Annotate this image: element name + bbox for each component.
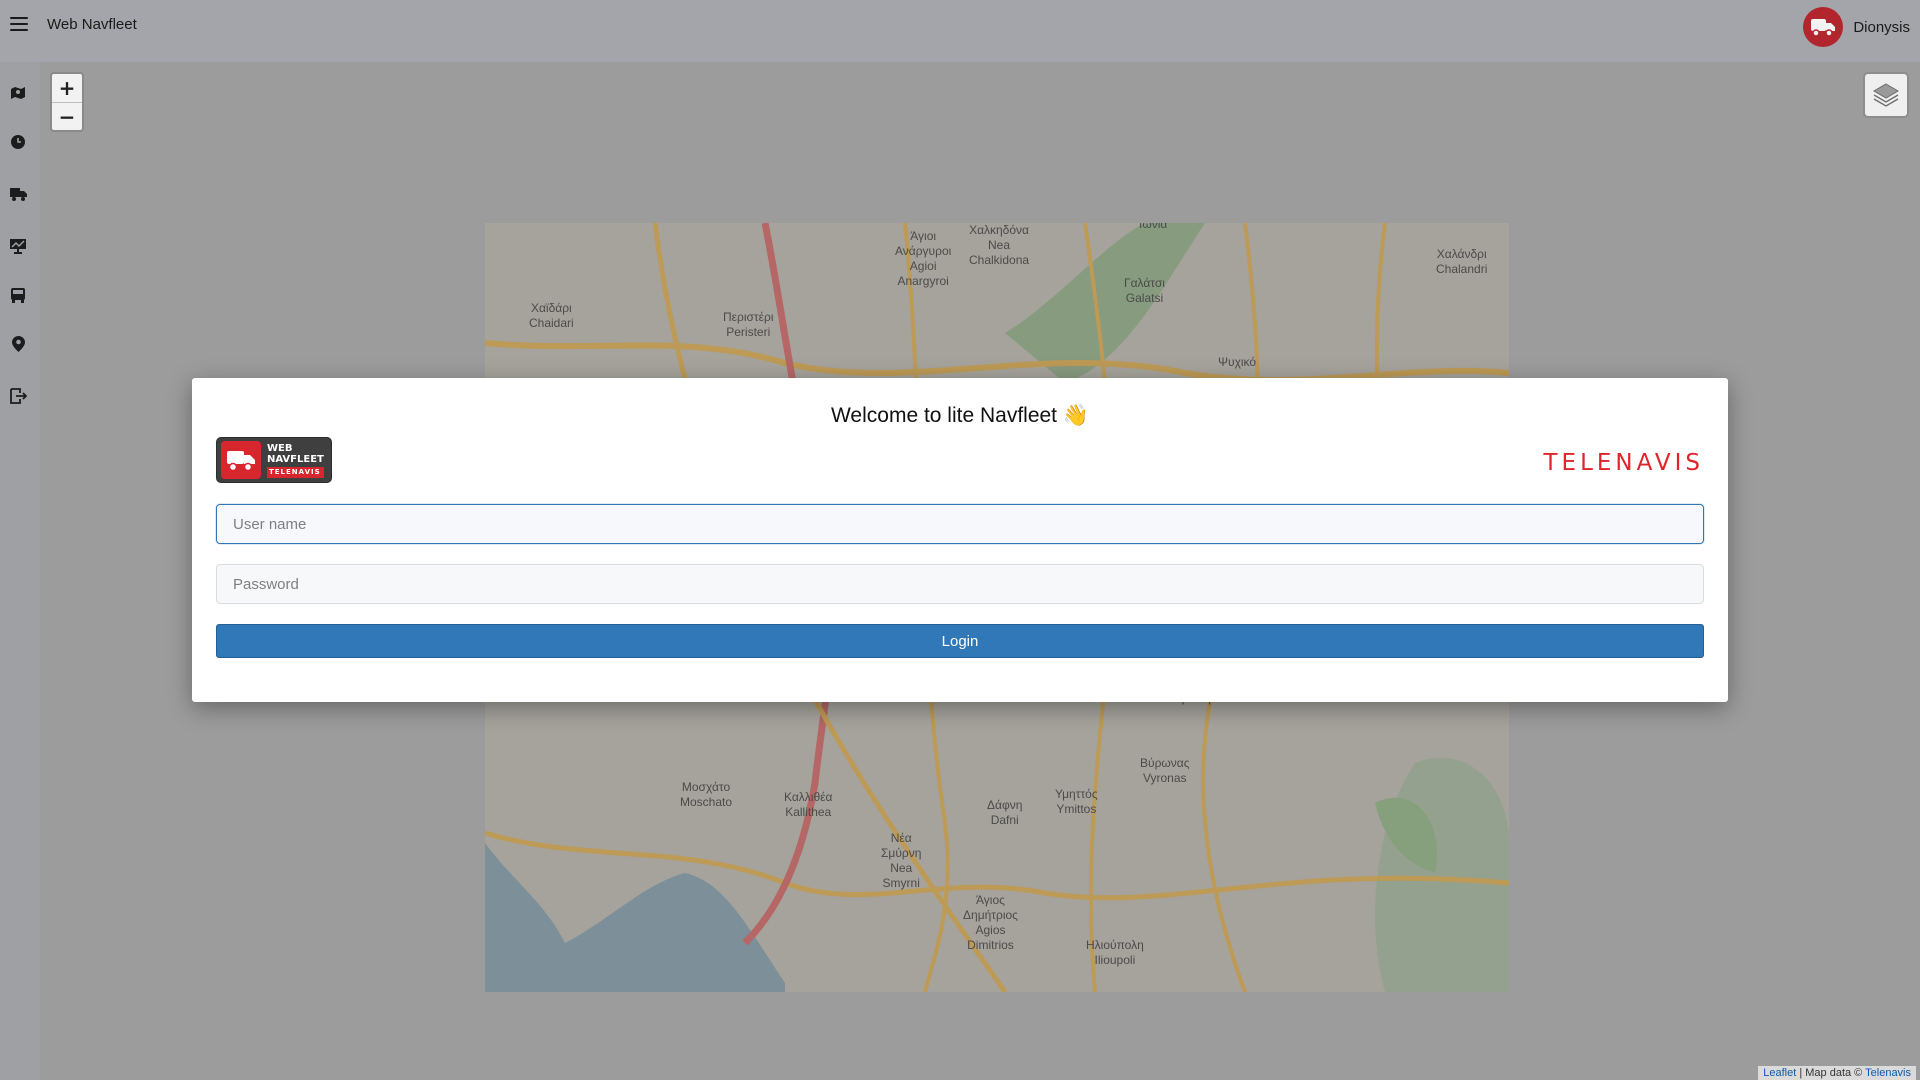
username-input[interactable] — [216, 504, 1704, 544]
user-name: Dionysis — [1853, 18, 1910, 36]
top-bar: Web Navfleet Dionysis — [0, 0, 1920, 62]
map-label: Άγιος Δημήτριος Agios Dimitrios — [963, 893, 1018, 952]
telenavis-logo: TELENAVIS — [1543, 450, 1704, 476]
map-label: Δάφνη Dafni — [987, 798, 1023, 827]
map-label: Ψυχικό — [1218, 355, 1257, 369]
leaflet-link[interactable]: Leaflet — [1763, 1067, 1796, 1079]
map-label: Ιωνία — [1139, 223, 1168, 231]
map-label: Μοσχάτο Moschato — [680, 780, 733, 809]
logo-line-3: TELENAVIS — [267, 466, 324, 478]
map-label: Χαϊδάρι Chaidari — [529, 301, 574, 330]
map-label: Νέα Σμύρνη Nea Smyrni — [881, 831, 922, 890]
truck-icon[interactable] — [9, 185, 27, 203]
map-attribution: Leaflet | Map data © Telenavis — [1758, 1066, 1916, 1080]
web-navfleet-logo: WEB NAVFLEET TELENAVIS — [216, 437, 332, 483]
layers-button[interactable] — [1863, 72, 1909, 118]
modal-title: Welcome to lite Navfleet 👋 — [830, 404, 1090, 427]
layers-icon — [1873, 83, 1899, 107]
map-label: Βύρωνας Vyronas — [1140, 756, 1190, 785]
map-label: Χαλάνδρι Chalandri — [1436, 247, 1488, 276]
clock-icon[interactable] — [9, 133, 27, 151]
map-label: Ηλιούπολη Ilioupoli — [1086, 938, 1144, 967]
app-title: Web Navfleet — [47, 16, 137, 33]
password-input[interactable] — [216, 564, 1704, 604]
zoom-in-button[interactable]: + — [52, 74, 82, 102]
truck-icon — [1811, 19, 1836, 37]
zoom-out-button[interactable]: − — [52, 102, 82, 130]
sidebar — [0, 62, 40, 1080]
map-label: Άγιοι Ανάργυροι Agioi Anargyroi — [895, 229, 952, 288]
zoom-control: + − — [50, 72, 84, 132]
map-label: Υμηττός Ymittos — [1055, 787, 1098, 816]
logout-icon[interactable] — [9, 387, 27, 405]
user-menu[interactable]: Dionysis — [1803, 7, 1910, 47]
avatar[interactable] — [1803, 7, 1844, 47]
truck-icon — [221, 441, 261, 479]
map-label: Περιστέρι Peristeri — [723, 310, 774, 339]
map-label: Καλλιθέα Kallithea — [784, 790, 833, 819]
map-label: Χαλκηδόνα Νea Chalkidona — [969, 223, 1030, 267]
logo-line-1: WEB — [267, 442, 293, 454]
login-button[interactable]: Login — [216, 624, 1704, 658]
menu-icon[interactable] — [10, 17, 28, 33]
attribution-text: | Map data © — [1796, 1067, 1866, 1079]
login-modal: Welcome to lite Navfleet 👋 WEB NAVFLEET … — [192, 378, 1728, 702]
bus-icon[interactable] — [9, 286, 27, 304]
telenavis-link[interactable]: Telenavis — [1865, 1067, 1911, 1079]
location-pin-icon[interactable] — [9, 335, 27, 353]
logo-line-2: NAVFLEET — [267, 453, 324, 465]
map-label: Γαλάτσι Galatsi — [1124, 276, 1165, 305]
chart-icon[interactable] — [9, 237, 27, 255]
map-icon[interactable] — [9, 84, 27, 102]
